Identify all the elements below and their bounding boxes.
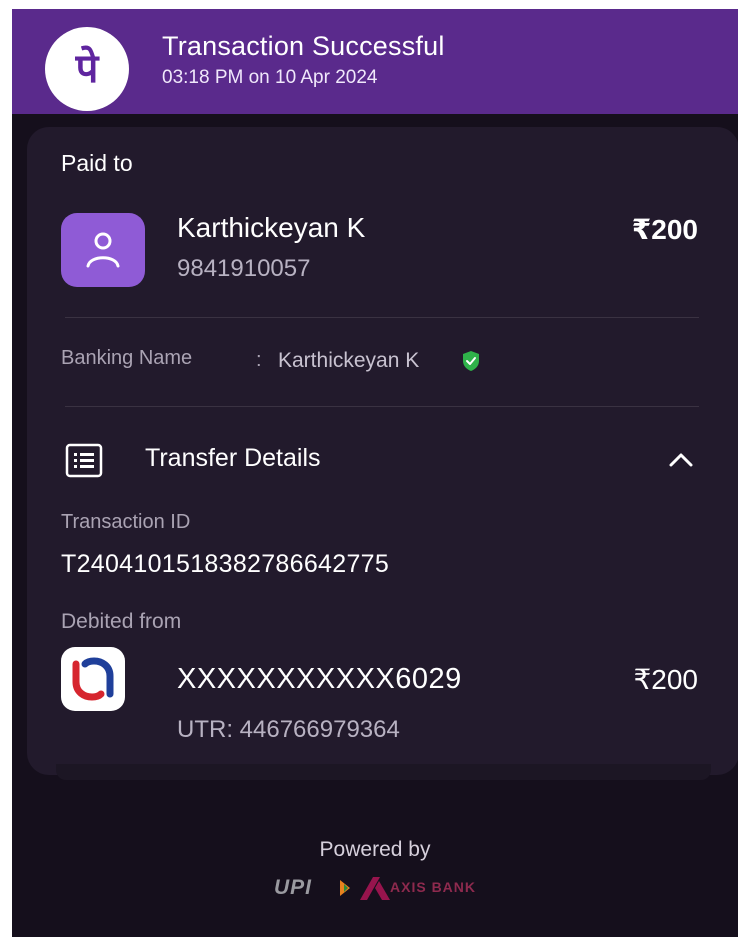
utr-number[interactable]: UTR: 446766979364 [177, 716, 400, 744]
divider [65, 406, 699, 407]
transaction-timestamp: 03:18 PM on 10 Apr 2024 [162, 67, 378, 88]
debit-account-number: XXXXXXXXXXX6029 [177, 663, 462, 695]
status-header: पे Transaction Successful 03:18 PM on 10… [12, 9, 738, 114]
card-shadow [56, 764, 711, 780]
transaction-id-value[interactable]: T2404101518382786642775 [61, 550, 389, 579]
debit-amount: ₹200 [633, 664, 698, 695]
powered-by-label: Powered by [319, 838, 431, 861]
shield-check-icon [463, 351, 479, 371]
user-icon-glyph [86, 232, 120, 268]
receipt-list-icon [65, 443, 103, 478]
payee-phone: 9841910057 [177, 255, 311, 282]
axis-bank-logo-icon [360, 877, 390, 900]
payee-name: Karthickeyan K [177, 212, 366, 243]
banking-name-value: Karthickeyan K [278, 349, 420, 372]
upi-arrow-icon [340, 880, 350, 896]
receipt-screen: पे Transaction Successful 03:18 PM on 10… [12, 9, 738, 937]
chevron-up-icon[interactable] [667, 449, 695, 471]
banking-name-separator: : [256, 349, 262, 371]
debited-from-label: Debited from [61, 610, 182, 633]
paid-amount: ₹200 [631, 214, 698, 245]
divider [65, 317, 699, 318]
banking-name-label: Banking Name [61, 347, 193, 369]
transaction-id-label: Transaction ID [61, 511, 191, 533]
axis-bank-logo-text: AXIS BANK [390, 879, 477, 895]
logo-glyph: पे [75, 46, 99, 92]
union-bank-logo-glyph [72, 657, 114, 701]
transfer-details-toggle[interactable]: Transfer Details [145, 444, 321, 473]
paid-to-label: Paid to [61, 150, 133, 176]
union-bank-logo-icon [61, 647, 125, 711]
phonepe-logo-icon: पे [45, 27, 129, 111]
user-icon[interactable] [61, 213, 145, 287]
upi-logo: UPI [274, 876, 313, 899]
page-title: Transaction Successful [162, 31, 445, 61]
